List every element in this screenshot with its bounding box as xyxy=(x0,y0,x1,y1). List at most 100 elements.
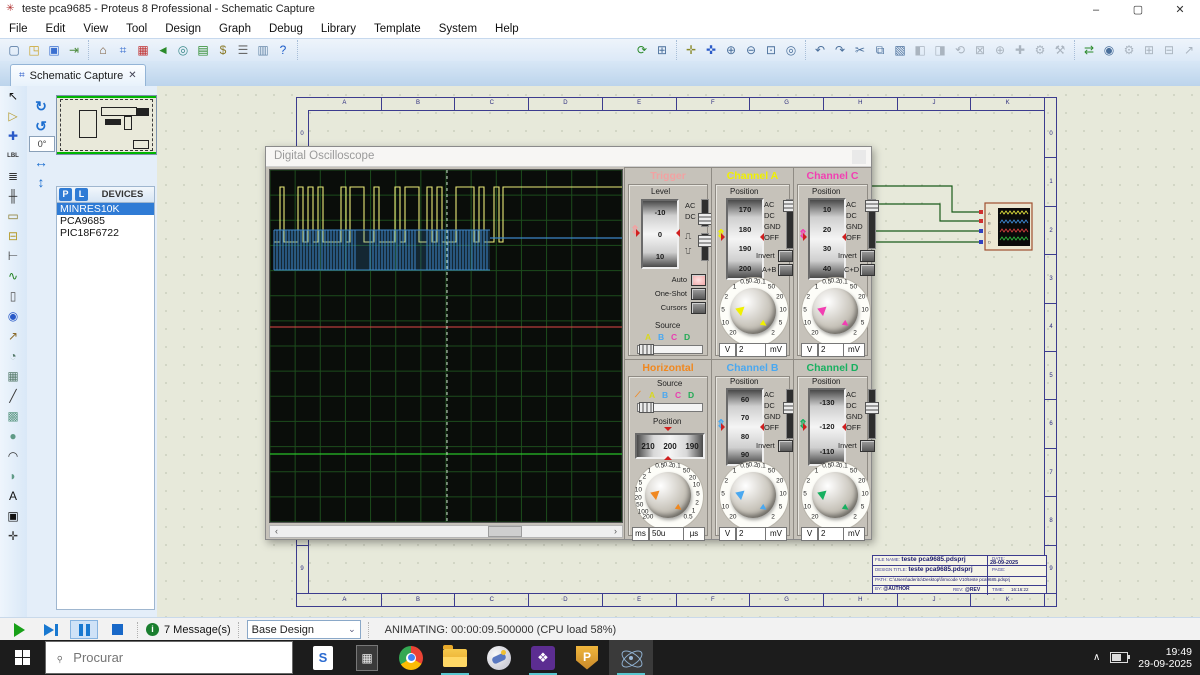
selection-mode-icon[interactable]: ↖ xyxy=(2,87,24,106)
search-and-tag-icon[interactable]: ◉ xyxy=(1100,41,1118,59)
channel-c-coupling-slider-thumb[interactable] xyxy=(865,200,879,212)
graph-mode-icon[interactable]: ∿ xyxy=(2,267,24,286)
menu-help[interactable]: Help xyxy=(486,23,528,35)
library-button[interactable]: L xyxy=(75,188,88,201)
device-item-pic18f6722[interactable]: PIC18F6722 xyxy=(57,227,154,239)
maximize-button[interactable]: ▢ xyxy=(1118,0,1158,20)
2d-box-icon[interactable]: ▩ xyxy=(2,407,24,426)
menu-file[interactable]: File xyxy=(0,23,37,35)
text-script-mode-icon[interactable]: ≣ xyxy=(2,167,24,186)
device-item-minres10k[interactable]: MINRES10K xyxy=(57,203,154,215)
oscilloscope-hscrollbar[interactable]: ‹ › xyxy=(269,525,623,538)
design-explorer-icon[interactable]: ☰ xyxy=(234,41,252,59)
bom-icon[interactable]: ▤ xyxy=(194,41,212,59)
wire-autorouter-icon[interactable]: ⇄ xyxy=(1080,41,1098,59)
zoom-all-icon[interactable]: ◎ xyxy=(782,41,800,59)
packaging-tool-icon[interactable]: ⚙ xyxy=(1031,41,1049,59)
new-file-icon[interactable]: ▢ xyxy=(5,41,23,59)
horizontal-source-a[interactable]: A xyxy=(649,390,655,400)
pcb-layout-icon[interactable]: ▦ xyxy=(134,41,152,59)
menu-edit[interactable]: Edit xyxy=(37,23,75,35)
trigger-source-c[interactable]: C xyxy=(671,332,677,342)
trigger-auto-button[interactable] xyxy=(691,274,706,286)
save-file-icon[interactable]: ▣ xyxy=(45,41,63,59)
design-selector[interactable]: Base Design ⌄ xyxy=(247,620,361,639)
redo-icon[interactable]: ↷ xyxy=(831,41,849,59)
channel-b-gain-knob-value-field[interactable]: 2 xyxy=(736,527,767,541)
tape-recorder-mode-icon[interactable]: ▯ xyxy=(2,287,24,306)
channel-d-invert-button[interactable] xyxy=(860,440,875,452)
horizontal-source-c[interactable]: C xyxy=(675,390,681,400)
channel-d-position-dial[interactable]: -130-120-110 xyxy=(808,388,846,466)
taskbar-clock[interactable]: 19:49 29-09-2025 xyxy=(1138,646,1192,670)
cut-icon[interactable]: ✂ xyxy=(851,41,869,59)
channel-c-sum-button[interactable] xyxy=(860,264,875,276)
wire-label-mode-icon[interactable]: LBL xyxy=(2,147,24,166)
new-sheet-icon[interactable]: ⊞ xyxy=(1140,41,1158,59)
tab-schematic-capture[interactable]: ⌗ Schematic Capture ✕ xyxy=(10,64,146,86)
menu-graph[interactable]: Graph xyxy=(210,23,260,35)
oscilloscope-window[interactable]: Digital Oscilloscope ‹ › TriggerLevel⇕-1… xyxy=(265,146,872,540)
marker-mode-icon[interactable]: ✛ xyxy=(2,527,24,546)
calculator-app-taskbar-button[interactable]: ▦ xyxy=(345,640,389,675)
block-delete-icon[interactable]: ⊠ xyxy=(971,41,989,59)
2d-text-icon[interactable]: A xyxy=(2,487,24,506)
channel-a-invert-button[interactable] xyxy=(778,250,793,262)
pan-icon[interactable]: ✜ xyxy=(702,41,720,59)
paste-icon[interactable]: ▧ xyxy=(891,41,909,59)
tray-expand-icon[interactable]: ∧ xyxy=(1093,652,1100,663)
rotation-angle-field[interactable]: 0° xyxy=(29,136,55,152)
horizontal-source-d[interactable]: D xyxy=(688,390,694,400)
trigger-source-a[interactable]: A xyxy=(645,332,651,342)
undo-icon[interactable]: ↶ xyxy=(811,41,829,59)
horizontal-source-slider-thumb[interactable] xyxy=(639,402,654,413)
start-button[interactable] xyxy=(0,640,45,675)
mirror-vertical-button[interactable]: ↕ xyxy=(29,172,53,192)
rotate-ccw-button[interactable]: ↺ xyxy=(29,116,53,136)
horizontal-timebase-knob-value-field[interactable]: 50u xyxy=(649,527,685,541)
property-assignment-icon[interactable]: ⚙ xyxy=(1120,41,1138,59)
copy-icon[interactable]: ⧉ xyxy=(871,41,889,59)
help-icon[interactable]: ? xyxy=(274,41,292,59)
scroll-left-icon[interactable]: ‹ xyxy=(270,526,283,537)
channel-c-gain-knob-value-field[interactable]: 2 xyxy=(818,343,845,357)
menu-library[interactable]: Library xyxy=(312,23,365,35)
search-input[interactable] xyxy=(71,649,255,666)
scroll-right-icon[interactable]: › xyxy=(609,526,622,537)
remove-sheet-icon[interactable]: ⊟ xyxy=(1160,41,1178,59)
component-mode-icon[interactable]: ▷ xyxy=(2,107,24,126)
buses-mode-icon[interactable]: ╫ xyxy=(2,187,24,206)
file-explorer-taskbar-button[interactable] xyxy=(433,640,477,675)
channel-a-sum-button[interactable] xyxy=(778,264,793,276)
zoom-out-icon[interactable]: ⊖ xyxy=(742,41,760,59)
rotate-cw-button[interactable]: ↻ xyxy=(29,96,53,116)
gerber-viewer-icon[interactable]: ◎ xyxy=(174,41,192,59)
trigger-one-shot-button[interactable] xyxy=(691,288,706,300)
horizontal-source-slider[interactable] xyxy=(637,403,703,412)
pick-parts-icon[interactable]: ⊕ xyxy=(991,41,1009,59)
zoom-in-icon[interactable]: ⊕ xyxy=(722,41,740,59)
3d-viewer-icon[interactable]: ◄ xyxy=(154,41,172,59)
taskbar-search[interactable]: ⌕ xyxy=(45,641,293,674)
schematic-capture-icon[interactable]: ⌗ xyxy=(114,41,132,59)
battery-icon[interactable] xyxy=(1110,652,1128,663)
proteus-launcher-taskbar-button[interactable]: P xyxy=(565,640,609,675)
bill-of-materials-icon[interactable]: $ xyxy=(214,41,232,59)
minimize-button[interactable]: – xyxy=(1076,0,1116,20)
step-button[interactable] xyxy=(38,621,64,638)
junction-dot-mode-icon[interactable]: ✚ xyxy=(2,127,24,146)
menu-system[interactable]: System xyxy=(430,23,486,35)
channel-a-position-dial[interactable]: 170180190200 xyxy=(726,198,764,280)
menu-design[interactable]: Design xyxy=(156,23,210,35)
channel-b-position-dial[interactable]: 60708090 xyxy=(726,388,764,466)
2d-arc-icon[interactable]: ◠ xyxy=(2,447,24,466)
virtual-instruments-mode-icon[interactable]: ▦ xyxy=(2,367,24,386)
decompose-icon[interactable]: ⚒ xyxy=(1051,41,1069,59)
play-button[interactable] xyxy=(6,621,32,638)
voltage-probe-mode-icon[interactable]: ↗ xyxy=(2,327,24,346)
device-list[interactable]: MINRES10KPCA9685PIC18F6722 xyxy=(56,203,155,610)
trigger-source-b[interactable]: B xyxy=(658,332,664,342)
2d-path-icon[interactable]: ◗ xyxy=(2,467,24,486)
scrollbar-thumb[interactable] xyxy=(488,526,522,537)
channel-d-gain-knob-value-field[interactable]: 2 xyxy=(818,527,845,541)
